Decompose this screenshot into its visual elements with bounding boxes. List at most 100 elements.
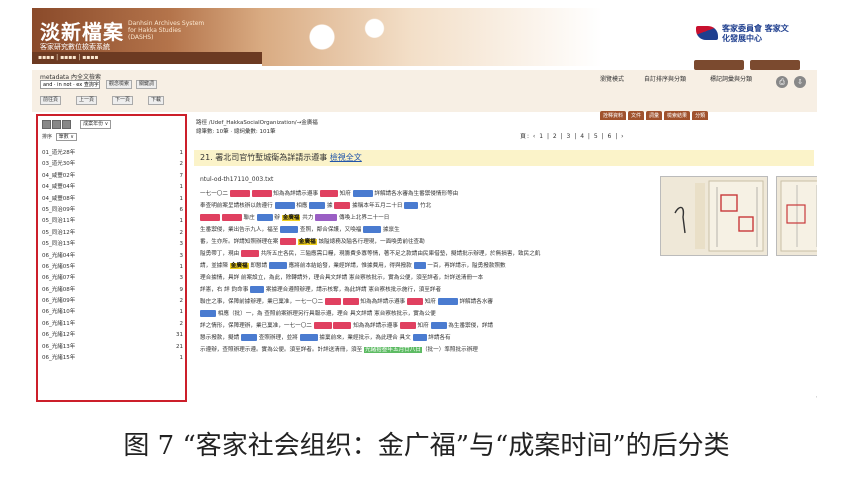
sidebar-toolbar: 成案年份 ∨ [42,120,112,130]
tagged-term[interactable] [309,202,326,209]
top-link-2[interactable] [750,60,800,70]
refresh-icon[interactable] [62,120,71,129]
year-category-item[interactable]: 06_光緒05年 1 [42,262,183,273]
category-count: 31 [176,332,183,339]
tagged-term[interactable] [280,238,297,245]
year-category-list: 01_道光28年 1 03_道光30年 2 04_咸豐02年 7 04_咸豐04年 1 04_咸… [42,148,183,364]
year-category-item[interactable]: 06_光緒15年 1 [42,353,183,364]
tagged-term[interactable] [240,334,257,341]
tagged-term[interactable] [280,226,299,233]
site-banner: 淡新檔案 Danhsin Archives System for Hakka S… [32,8,817,70]
tagged-term[interactable] [406,298,423,305]
print-icon[interactable]: ⎙ [776,76,788,88]
document-id: ntul-od-th17110_003.txt [200,176,274,183]
tagged-term[interactable] [229,190,250,197]
goto-page-button[interactable]: 前往頁 [40,96,62,105]
scroll-arrow-icon[interactable]: ← [816,392,817,403]
tagged-term[interactable] [274,202,295,209]
tagged-term[interactable] [251,190,272,197]
tagged-term[interactable] [250,286,265,293]
tagged-term[interactable] [299,334,318,341]
tagged-term[interactable] [333,322,352,329]
tagged-term[interactable] [399,322,416,329]
year-category-item[interactable]: 05_同治13年 3 [42,239,183,250]
year-category-item[interactable]: 06_光緒09年 2 [42,296,183,307]
breadcrumb[interactable]: 路徑 /Udef_HakkaSocialOrganization/→金廣福 [196,118,318,126]
tagged-term[interactable] [221,214,242,221]
category-label: 05_同治13年 [42,241,76,248]
keyword-highlight[interactable]: 金廣福 [297,239,317,245]
tagged-term[interactable] [268,262,287,269]
year-category-item[interactable]: 04_咸豐08年 1 [42,194,183,205]
tagged-term[interactable] [324,298,341,305]
brand-english-name: Danhsin Archives System for Hakka Studie… [128,20,205,41]
tagged-term[interactable] [437,298,458,305]
year-category-item[interactable]: 06_光緒08年 9 [42,285,183,296]
prev-page-button[interactable]: 上一頁 [76,96,98,105]
date-highlight[interactable]: 光緒拾叁年五月廿八日 [364,347,422,353]
hakka-council-logo[interactable]: 客家委員會 客家文化發展中心 [696,22,792,44]
view-full-text-link[interactable]: 檢視全文 [330,153,362,162]
year-category-item[interactable]: 06_光緒13年 21 [42,342,183,353]
tagged-term[interactable] [200,310,216,317]
document-text: 一七一〇二 知為為詳請示遵事 知府 詳解請各水審為生番禦侵情形等由 奉查明前案呈… [200,190,541,353]
tagged-term[interactable] [313,322,332,329]
custom-sort-control[interactable]: 自訂排序與分類 [644,76,686,83]
tagged-term[interactable] [430,322,447,329]
next-page-button[interactable]: 下一頁 [112,96,134,105]
tagged-term[interactable] [352,190,373,197]
category-label: 06_光緒11年 [42,320,76,327]
tagged-term[interactable] [200,214,220,221]
sort-label: 排序 [42,134,53,140]
year-category-item[interactable]: 06_光緒10年 1 [42,307,183,318]
year-category-item[interactable]: 06_光緒04年 3 [42,251,183,262]
year-category-item[interactable]: 05_同治11年 1 [42,216,183,227]
tagged-term[interactable] [334,202,351,209]
category-count: 2 [179,229,184,236]
tagged-term[interactable] [342,298,359,305]
tag-vocabulary-control[interactable]: 標記詞彙與分類 [710,76,752,83]
category-count: 1 [179,195,184,202]
download-icon[interactable]: ⇩ [794,76,806,88]
download-button[interactable]: 下載 [148,96,165,105]
year-category-item[interactable]: 05_同治12年 2 [42,228,183,239]
search-area: metadata 內全文檢索 觀念檢索 關鍵詞 前往頁 上一頁 下一頁 下載 瀏… [32,70,817,120]
category-count: 21 [176,343,183,350]
year-category-item[interactable]: 06_光緒07年 3 [42,273,183,284]
browse-mode-control[interactable]: 瀏覽模式 [600,76,624,83]
result-count: 總筆數: 10筆 · 總詞彙數: 101筆 [196,129,276,135]
search-input[interactable] [40,80,100,89]
year-category-item[interactable]: 06_光緒12年 31 [42,330,183,341]
pagination[interactable]: 頁: ‹ 1 | 2 | 3 | 4 | 5 | 6 | › [520,131,625,140]
group-by-select[interactable]: 成案年份 ∨ [80,120,112,129]
tagged-term[interactable] [315,214,338,221]
sort-select[interactable]: 筆數 ∨ [55,133,77,141]
document-image-thumbnail-1[interactable] [660,176,768,256]
collapse-icon[interactable] [52,120,61,129]
top-link-1[interactable] [694,60,744,70]
keyword-search-button[interactable]: 關鍵詞 [136,80,158,89]
keyword-highlight[interactable]: 金廣福 [281,215,301,221]
tagged-term[interactable] [319,190,338,197]
document-image-thumbnail-2[interactable] [776,176,817,256]
year-category-item[interactable]: 04_咸豐04年 1 [42,182,183,193]
nav-strip[interactable]: ▪▪▪▪ | ▪▪▪▪ | ▪▪▪▪ [32,52,262,64]
year-category-item[interactable]: 05_同治09年 6 [42,205,183,216]
year-category-item[interactable]: 03_道光30年 2 [42,159,183,170]
brand-logo-area[interactable]: 淡新檔案 Danhsin Archives System for Hakka S… [32,8,262,56]
year-category-item[interactable]: 01_道光28年 1 [42,148,183,159]
tagged-term[interactable] [412,334,427,341]
year-category-item[interactable]: 06_光緒11年 2 [42,319,183,330]
expand-icon[interactable] [42,120,51,129]
concept-search-button[interactable]: 觀念檢索 [106,80,133,89]
tagged-term[interactable] [240,250,259,257]
category-label: 06_光緒05年 [42,263,76,270]
tagged-term[interactable] [363,226,382,233]
screenshot: 淡新檔案 Danhsin Archives System for Hakka S… [32,8,817,406]
year-category-item[interactable]: 04_咸豐02年 7 [42,171,183,182]
keyword-highlight[interactable]: 金廣福 [229,263,249,269]
tagged-term[interactable] [404,202,419,209]
category-count: 9 [179,286,184,293]
tagged-term[interactable] [256,214,273,221]
tagged-term[interactable] [413,262,426,269]
